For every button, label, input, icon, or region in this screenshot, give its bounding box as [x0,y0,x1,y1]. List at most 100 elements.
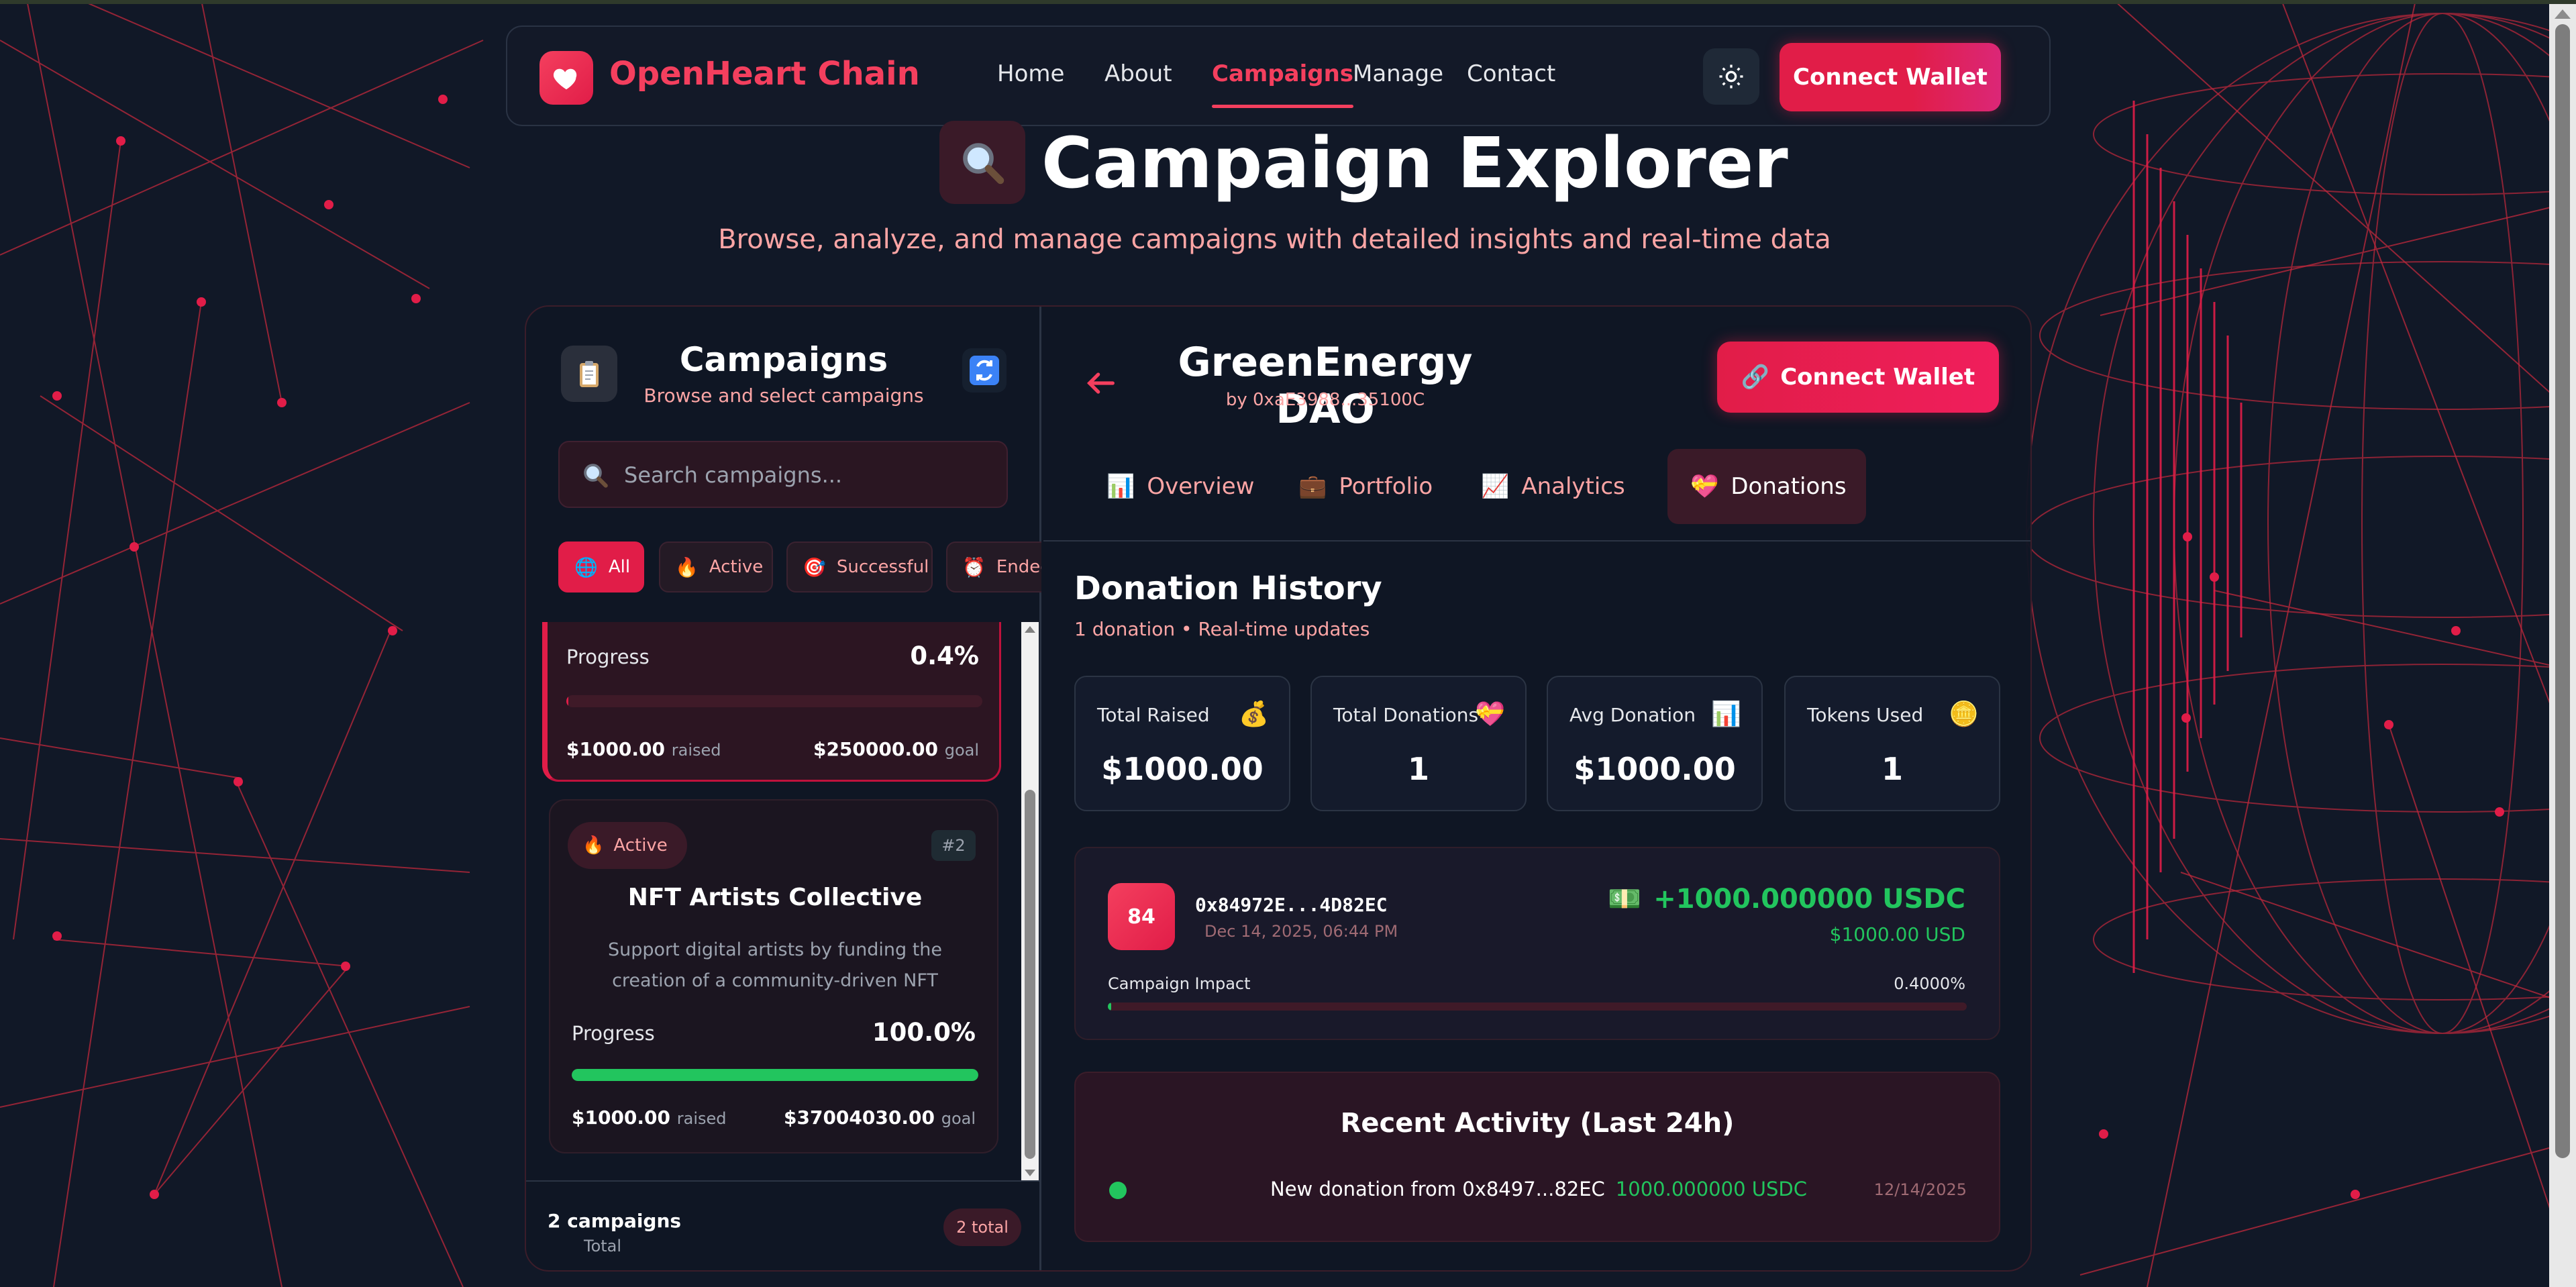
donation-history-title: Donation History [1074,570,1382,607]
coin-icon: 🪙 [1949,701,1979,728]
stat-label: Tokens Used [1807,704,1924,726]
progress-fill [572,1069,978,1081]
progress-value: 100.0% [872,1018,976,1047]
status-dot [1109,1182,1127,1199]
stat-value: 1 [1881,751,1903,787]
filter-active[interactable]: 🔥 Active [659,542,773,593]
heart-logo-icon[interactable] [539,51,593,105]
theme-toggle-button[interactable] [1703,48,1759,105]
filter-all[interactable]: 🌐 All [558,542,644,593]
nav-campaigns[interactable]: Campaigns [1212,60,1354,108]
stat-value: 1 [1407,751,1429,787]
connect-wallet-button[interactable]: Connect Wallet [1780,43,2001,111]
campaign-list: Progress 0.4% $1000.00 raised $250000.00… [542,622,1016,1180]
line-chart-icon: 📈 [1481,473,1510,500]
target-icon: 🎯 [803,556,826,578]
nav-about[interactable]: About [1104,60,1172,87]
stat-value: $1000.00 [1101,751,1264,787]
donation-amount: 💵 +1000.000000 USDC [1608,884,1965,915]
fire-icon: 🔥 [582,835,605,856]
filter-successful[interactable]: 🎯 Successful [786,542,933,593]
connect-wallet-button[interactable]: 🔗 Connect Wallet [1717,342,1999,413]
goal-amount: $250000.00 goal [813,738,979,760]
progress-value: 0.4% [910,641,979,670]
detail-tabs: 📊 Overview 💼 Portfolio 📈 Analytics 💝 Donatio… [1043,441,2030,542]
refresh-icon [970,356,999,385]
nav-manage[interactable]: Manage [1353,60,1443,87]
nav-contact[interactable]: Contact [1467,60,1555,87]
campaign-name: GreenEnergy DAO [1178,339,1473,433]
sun-icon [1719,64,1743,89]
total-pill: 2 total [943,1208,1021,1246]
stat-label: Total Donations [1333,704,1479,726]
campaign-explorer-panel: Campaigns Browse and select campaigns 🌐A… [525,305,2032,1272]
progress-bar [572,1069,978,1081]
campaign-description: Support digital artists by funding the c… [607,939,943,991]
bar-chart-icon: 📊 [1711,701,1741,728]
donor-avatar: 84 [1108,883,1175,950]
goal-amount: $37004030.00 goal [784,1106,976,1129]
progress-bar [566,695,982,707]
tab-analytics[interactable]: 📈 Analytics [1458,449,1657,524]
tab-portfolio[interactable]: 💼 Portfolio [1276,449,1474,524]
status-badge: 🔥 Active [568,822,687,869]
magnifier-icon [939,121,1025,204]
link-icon: 🔗 [1741,364,1770,391]
campaign-owner: by 0xaE3988...35100C [1225,390,1425,410]
stat-label: Total Raised [1097,704,1210,726]
campaign-card-selected[interactable]: Progress 0.4% $1000.00 raised $250000.00… [542,622,1001,782]
donation-entry[interactable]: 84 0x84972E...4D82EC Dec 14, 2025, 06:44… [1074,847,2000,1040]
stat-total-raised: Total Raised 💰 $1000.00 [1074,676,1290,811]
list-scrollbar[interactable] [1021,622,1039,1180]
donation-date: Dec 14, 2025, 06:44 PM [1204,922,1398,941]
campaign-count: 2 campaigns [548,1210,682,1232]
campaign-detail: GreenEnergy DAO by 0xaE3988...35100C 🔗 Co… [1043,307,2030,1270]
page-scrollbar[interactable] [2549,4,2576,1287]
stat-label: Avg Donation [1569,704,1696,726]
heart-gift-icon: 💝 [1690,473,1719,500]
top-navbar: OpenHeart Chain Home About Campaigns Man… [506,25,2051,126]
brand-name[interactable]: OpenHeart Chain [609,55,920,93]
raised-amount: $1000.00 raised [572,1106,727,1129]
impact-fill [1108,1002,1112,1011]
recent-activity: Recent Activity (Last 24h) New donation … [1074,1072,2000,1242]
filter-ended[interactable]: ⏰Ended [946,542,1041,593]
progress-label: Progress [566,646,650,668]
tab-overview[interactable]: 📊 Overview [1084,449,1282,524]
raised-amount: $1000.00 raised [566,738,721,760]
fire-icon: 🔥 [675,556,699,578]
stat-total-donations: Total Donations 💝 1 [1310,676,1527,811]
refresh-button[interactable] [962,348,1007,393]
sidebar-footer: 2 campaigns Total 2 total [526,1180,1041,1270]
nav-home[interactable]: Home [997,60,1064,87]
campaign-card[interactable]: 🔥 Active #2 NFT Artists Collective Suppor… [549,799,998,1153]
campaign-sidebar: Campaigns Browse and select campaigns 🌐A… [526,307,1041,1270]
activity-text: New donation from 0x8497...82EC 1000.0000… [1270,1178,1807,1200]
impact-bar [1108,1002,1967,1011]
search-icon [584,464,608,488]
campaign-search-field[interactable] [558,441,1008,508]
globe-icon: 🌐 [574,556,598,578]
arrow-left-icon [1086,372,1115,394]
briefcase-icon: 💼 [1298,473,1327,500]
tab-donations[interactable]: 💝 Donations [1667,449,1866,524]
donation-history-subtitle: 1 donation • Real-time updates [1074,618,1370,640]
stat-tokens-used: Tokens Used 🪙 1 [1784,676,2000,811]
stat-avg-donation: Avg Donation 📊 $1000.00 [1547,676,1763,811]
heart-gift-icon: 💝 [1475,701,1505,728]
activity-date: 12/14/2025 [1873,1180,1967,1199]
stat-value: $1000.00 [1574,751,1736,787]
search-input[interactable] [624,456,986,495]
bar-chart-icon: 📊 [1106,473,1135,500]
impact-label: Campaign Impact [1108,974,1251,993]
money-bag-icon: 💰 [1239,701,1269,728]
alarm-clock-icon: ⏰ [962,556,986,578]
page-subtitle: Browse, analyze, and manage campaigns wi… [718,224,1831,255]
impact-value: 0.4000% [1894,974,1965,993]
status-filter-bar: 🌐All 🔥Active 🎯Successful ⏰Ended [558,542,1041,593]
campaign-number: #2 [931,830,976,861]
donor-address[interactable]: 0x84972E...4D82EC [1195,894,1388,916]
page-title: Campaign Explorer [1041,122,1788,204]
campaign-title: NFT Artists Collective [627,884,923,911]
donation-usd: $1000.00 USD [1829,923,1965,945]
